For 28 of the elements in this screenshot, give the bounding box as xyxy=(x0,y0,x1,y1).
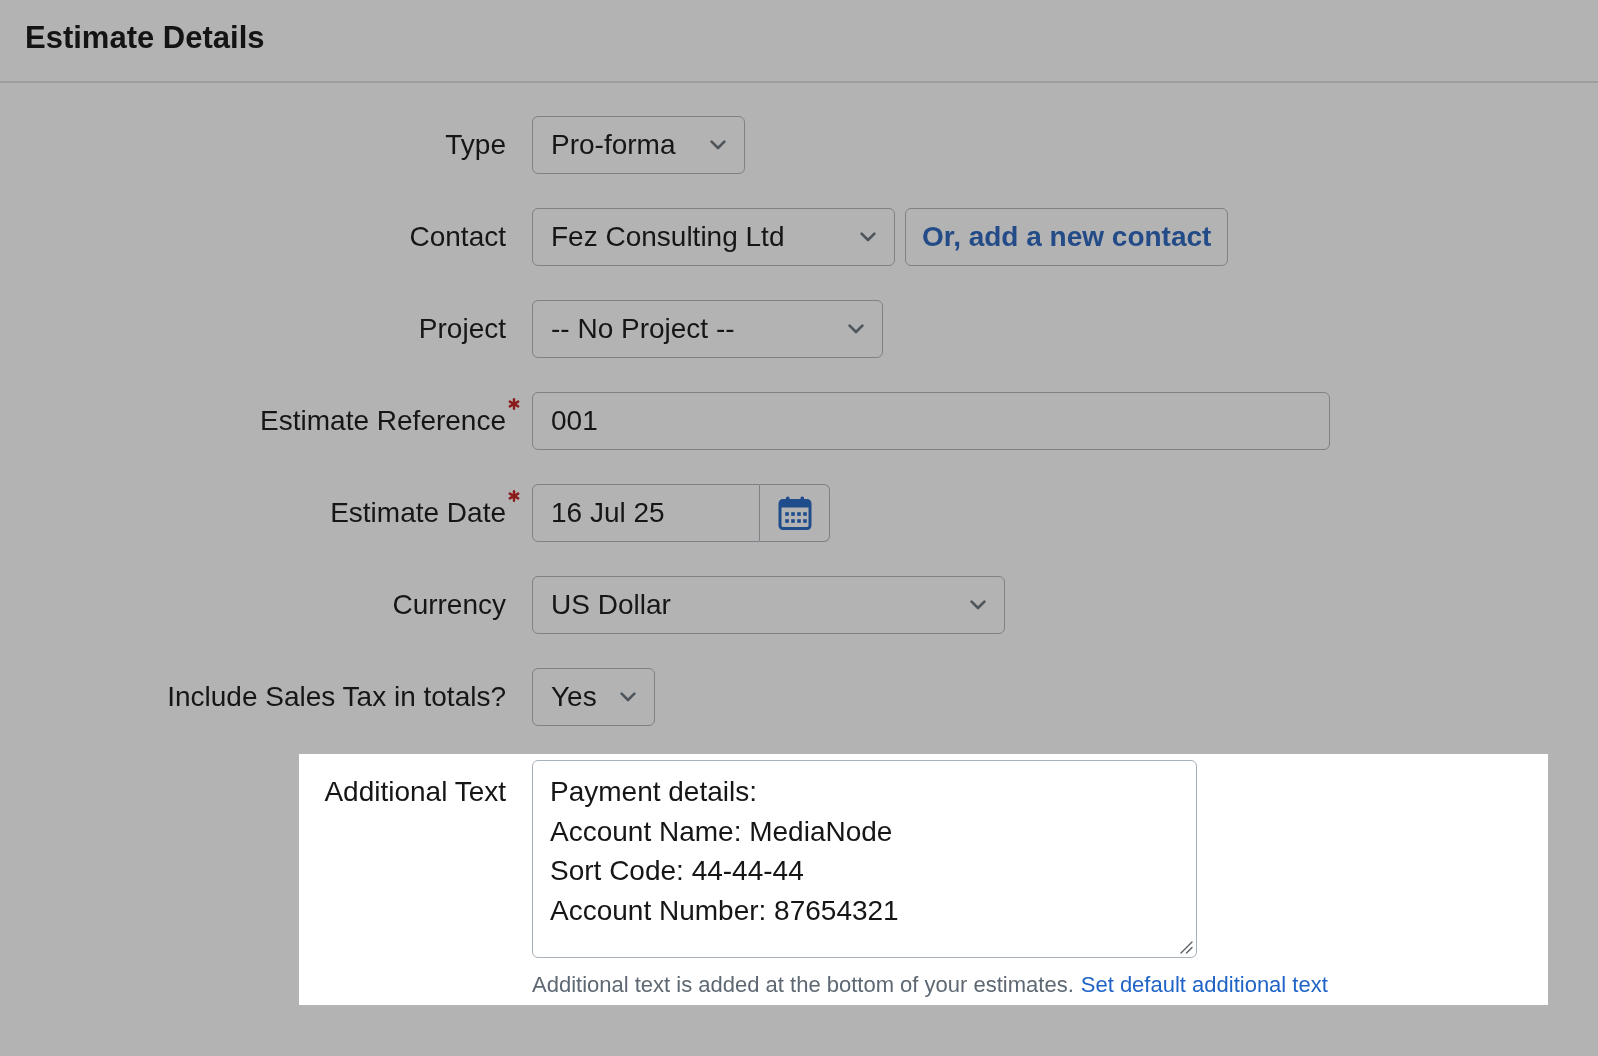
chevron-down-icon xyxy=(970,600,986,610)
field-label: Project xyxy=(418,312,506,346)
page-title: Estimate Details xyxy=(25,18,265,57)
field-label: Include Sales Tax in totals? xyxy=(167,680,506,714)
chevron-down-icon xyxy=(860,232,876,242)
select-field[interactable]: US Dollar xyxy=(532,576,1005,634)
field-label: Estimate Reference xyxy=(260,404,506,438)
calendar-icon xyxy=(777,496,812,530)
add-contact-button[interactable]: Or, add a new contact xyxy=(905,208,1229,266)
date-field[interactable]: 16 Jul 25 xyxy=(532,484,760,542)
select-field[interactable]: -- No Project -- xyxy=(532,300,883,358)
text-field[interactable]: 001 xyxy=(532,392,1330,450)
calendar-button[interactable] xyxy=(760,484,830,542)
text-area[interactable]: Payment details: Account Name: MediaNode Sort Code: 44-44-44 Account Number: 87654321 xyxy=(532,760,1197,958)
field-label: Estimate Date xyxy=(330,496,506,530)
chevron-down-icon xyxy=(620,692,636,702)
chevron-down-icon xyxy=(710,140,726,150)
resize-grip-icon xyxy=(1179,940,1193,954)
chevron-down-icon xyxy=(848,324,864,334)
select-field[interactable]: Pro-forma xyxy=(532,116,745,174)
select-field[interactable]: Yes xyxy=(532,668,655,726)
help-text: Additional text is added at the bottom of your estimates. xyxy=(532,971,1074,999)
field-label: Currency xyxy=(392,588,506,622)
help-link[interactable]: Set default additional text xyxy=(1080,970,1328,1000)
field-label: Contact xyxy=(409,220,506,254)
select-field[interactable]: Fez Consulting Ltd xyxy=(532,208,895,266)
field-label: Type xyxy=(445,128,506,162)
field-label: Additional Text xyxy=(324,775,506,809)
